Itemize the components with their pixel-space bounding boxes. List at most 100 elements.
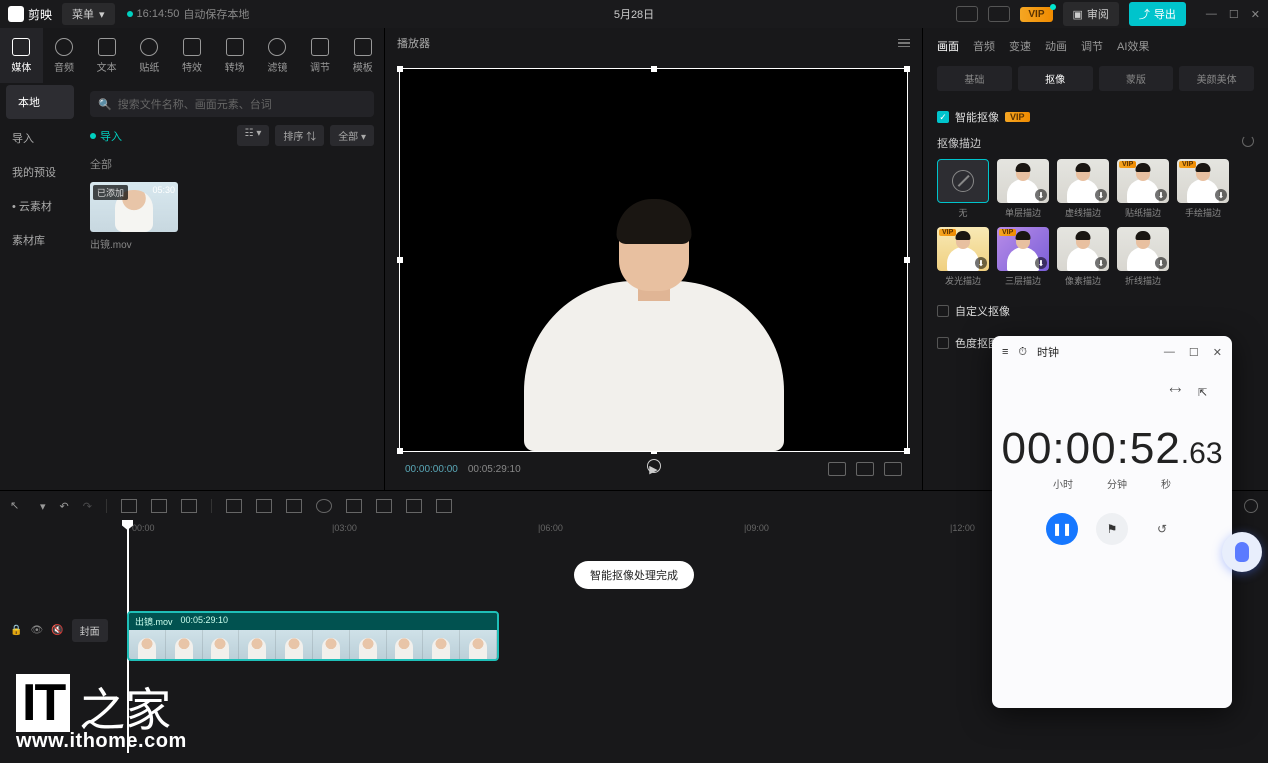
tab-audio[interactable]: 音频 — [43, 28, 86, 83]
copy-tool[interactable] — [286, 499, 302, 513]
refresh-tool[interactable] — [376, 499, 392, 513]
custom-keying-toggle[interactable]: 自定义抠像 — [937, 303, 1254, 319]
filter-all-button[interactable]: 全部 ▾ — [330, 125, 374, 146]
lock-icon[interactable]: 🔒 — [10, 625, 22, 636]
sidebar-item-presets[interactable]: 我的预设 — [0, 155, 80, 189]
minimize-button[interactable]: — — [1206, 8, 1217, 21]
stopwatch-labels: 小时 分钟 秒 — [992, 476, 1232, 491]
sw-minimize[interactable]: — — [1164, 346, 1175, 359]
timeline-settings-icon[interactable] — [1244, 499, 1258, 513]
edge-styles-grid: 无 ⬇单层描边 ⬇虚线描边 VIP⬇贴纸描边 VIP⬇手绘描边 VIP⬇发光描边… — [937, 159, 1254, 287]
fullscreen-icon[interactable] — [884, 462, 902, 476]
pin-icon[interactable]: ⇱ — [1198, 386, 1214, 402]
vip-badge[interactable]: VIP — [1020, 7, 1052, 22]
pause-button[interactable]: ❚❚ — [1046, 513, 1078, 545]
sw-seconds: 52 — [1130, 424, 1181, 473]
sidebar-item-local[interactable]: 本地 — [6, 85, 74, 119]
shape-tool[interactable] — [256, 499, 272, 513]
layout-icon-1[interactable] — [956, 6, 978, 22]
tab-audio-prop[interactable]: 音频 — [973, 38, 995, 54]
edge-style-single[interactable]: ⬇单层描边 — [997, 159, 1049, 219]
tab-template[interactable]: 模板 — [341, 28, 384, 83]
edge-style-dashed[interactable]: ⬇虚线描边 — [1057, 159, 1109, 219]
tab-picture[interactable]: 画面 — [937, 38, 959, 54]
close-button[interactable]: ✕ — [1251, 8, 1260, 21]
import-button[interactable]: 导入 — [90, 128, 122, 144]
subtab-beauty[interactable]: 美颜美体 — [1179, 66, 1254, 91]
subtab-keying[interactable]: 抠像 — [1018, 66, 1093, 91]
logo-icon — [8, 6, 24, 22]
tab-animation[interactable]: 动画 — [1045, 38, 1067, 54]
warning-tool[interactable] — [346, 499, 362, 513]
menu-button[interactable]: 菜单 ▾ — [62, 3, 115, 25]
speed-tool[interactable] — [316, 499, 332, 513]
resize-handle[interactable] — [904, 257, 910, 263]
resize-handle[interactable] — [397, 66, 403, 72]
stopwatch-titlebar[interactable]: ≡ ⏱ 时钟 — ☐ ✕ — [992, 336, 1232, 368]
expand-icon[interactable]: ⤢ — [1165, 383, 1188, 406]
subtab-basic[interactable]: 基础 — [937, 66, 1012, 91]
play-button[interactable]: ▶ — [649, 463, 657, 476]
tool-dropdown-icon[interactable]: ▾ — [40, 500, 46, 513]
smart-keying-toggle[interactable]: ✓ 智能抠像 VIP — [937, 109, 1254, 125]
hamburger-icon[interactable]: ≡ — [1002, 346, 1008, 358]
preview-canvas[interactable] — [399, 68, 908, 452]
tab-effects[interactable]: 特效 — [171, 28, 214, 83]
search-input[interactable]: 🔍 搜索文件名称、画面元素、台词 — [90, 91, 374, 117]
edge-style-none[interactable]: 无 — [937, 159, 989, 219]
cover-button[interactable]: 封面 — [72, 619, 108, 642]
edge-style-polyline[interactable]: ⬇折线描边 — [1117, 227, 1169, 287]
grid-view-button[interactable]: ☷ ▾ — [237, 125, 270, 146]
resize-handle[interactable] — [904, 66, 910, 72]
layout-icon-2[interactable] — [988, 6, 1010, 22]
crop-tool[interactable] — [406, 499, 422, 513]
video-clip[interactable]: 出镜.mov 00:05:29:10 — [127, 611, 499, 661]
image-tool[interactable] — [436, 499, 452, 513]
tab-adjust[interactable]: 调节 — [299, 28, 342, 83]
mute-icon[interactable]: 🔇 — [51, 625, 63, 636]
select-tool[interactable]: ↖ — [10, 499, 26, 513]
sw-maximize[interactable]: ☐ — [1189, 346, 1199, 359]
player-controls: 00:00:00:00 00:05:29:10 ▶ — [399, 452, 908, 486]
media-clip-thumb[interactable]: 已添加 05:30 出镜.mov — [90, 182, 178, 251]
split-tool[interactable] — [121, 499, 137, 513]
edge-style-sticker[interactable]: VIP⬇贴纸描边 — [1117, 159, 1169, 219]
reset-button[interactable]: ↺ — [1146, 513, 1178, 545]
tab-sticker[interactable]: 贴纸 — [128, 28, 171, 83]
resize-handle[interactable] — [651, 66, 657, 72]
edge-style-glow[interactable]: VIP⬇发光描边 — [937, 227, 989, 287]
player-menu-icon[interactable] — [898, 39, 910, 48]
lap-button[interactable]: ⚑ — [1096, 513, 1128, 545]
edge-style-handdrawn[interactable]: VIP⬇手绘描边 — [1177, 159, 1229, 219]
sort-button[interactable]: 排序 ⇅ — [275, 125, 324, 146]
tab-media[interactable]: 媒体 — [0, 28, 43, 83]
sidebar-item-library[interactable]: 素材库 — [0, 223, 80, 257]
undo-button[interactable]: ↶ — [60, 500, 69, 513]
visibility-icon[interactable]: 👁 — [30, 625, 43, 636]
sw-close[interactable]: ✕ — [1213, 346, 1222, 359]
ratio-tool[interactable] — [226, 499, 242, 513]
refresh-icon[interactable] — [1242, 135, 1254, 147]
maximize-button[interactable]: ☐ — [1229, 8, 1239, 21]
tab-adjust-prop[interactable]: 调节 — [1081, 38, 1103, 54]
split-left-tool[interactable] — [151, 499, 167, 513]
sidebar-item-import[interactable]: 导入 — [0, 121, 80, 155]
stopwatch-window[interactable]: ≡ ⏱ 时钟 — ☐ ✕ ⤢ ⇱ 00:00:52.63 小时 分钟 秒 ❚❚ … — [992, 336, 1232, 708]
split-right-tool[interactable] — [181, 499, 197, 513]
ratio-icon[interactable] — [856, 462, 874, 476]
tab-filter[interactable]: 滤镜 — [256, 28, 299, 83]
export-button[interactable]: ⤴ 导出 — [1129, 2, 1186, 26]
edge-style-pixel[interactable]: ⬇像素描边 — [1057, 227, 1109, 287]
sidebar-item-cloud[interactable]: • 云素材 — [0, 189, 80, 223]
tab-transition[interactable]: 转场 — [213, 28, 256, 83]
subtab-mask[interactable]: 蒙版 — [1099, 66, 1174, 91]
snapshot-icon[interactable] — [828, 462, 846, 476]
review-button[interactable]: ▣ 审阅 — [1063, 2, 1119, 26]
floating-assistant[interactable] — [1222, 532, 1262, 572]
tab-speed[interactable]: 变速 — [1009, 38, 1031, 54]
redo-button[interactable]: ↷ — [83, 500, 92, 513]
edge-style-triple[interactable]: VIP⬇三层描边 — [997, 227, 1049, 287]
tab-ai-effects[interactable]: AI效果 — [1117, 38, 1149, 54]
tab-text[interactable]: 文本 — [85, 28, 128, 83]
resize-handle[interactable] — [397, 257, 403, 263]
